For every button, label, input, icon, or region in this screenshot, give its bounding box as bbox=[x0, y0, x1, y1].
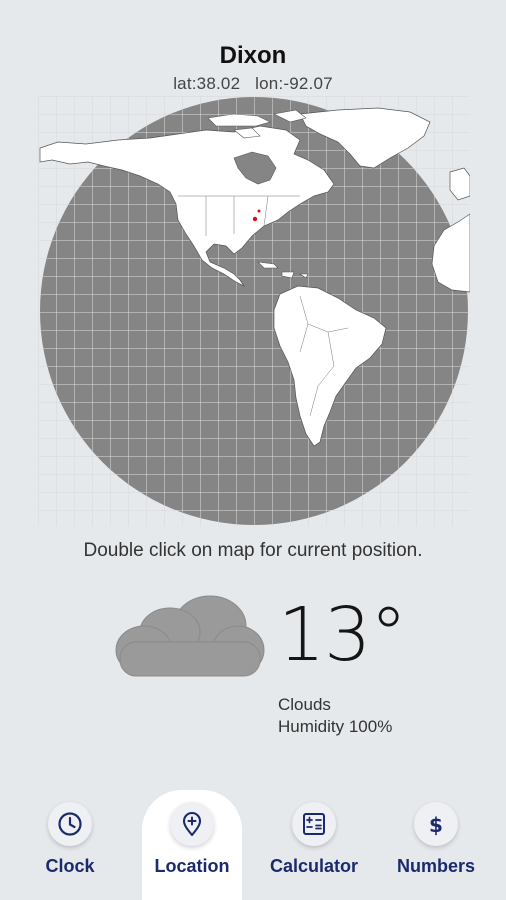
location-marker bbox=[252, 216, 258, 222]
latitude-label: lat:38.02 bbox=[173, 74, 241, 93]
map-hint: Double click on map for current position… bbox=[83, 540, 423, 561]
dollar-icon: $ bbox=[414, 802, 458, 846]
clock-icon bbox=[48, 802, 92, 846]
nav-numbers-label: Numbers bbox=[396, 856, 476, 876]
globe-map-svg[interactable] bbox=[38, 96, 470, 526]
world-map[interactable] bbox=[38, 96, 470, 526]
longitude-label: lon:-92.07 bbox=[255, 74, 333, 93]
nav-clock[interactable]: Clock bbox=[20, 790, 120, 900]
cloud-icon bbox=[108, 592, 268, 688]
app-screen: Dixon lat:38.02 lon:-92.07 Double click … bbox=[0, 0, 506, 900]
location-pin-icon bbox=[170, 802, 214, 846]
nav-location-label: Location bbox=[154, 856, 230, 876]
svg-text:$: $ bbox=[429, 813, 443, 837]
nav-calculator[interactable]: Calculator bbox=[264, 790, 364, 900]
nav-clock-label: Clock bbox=[45, 856, 95, 876]
nav-numbers[interactable]: $ Numbers bbox=[386, 790, 486, 900]
city-name: Dixon bbox=[219, 42, 287, 69]
calculator-icon bbox=[292, 802, 336, 846]
nav-calculator-label: Calculator bbox=[269, 856, 359, 876]
coordinates: lat:38.02 lon:-92.07 bbox=[0, 74, 506, 94]
weather-details: Clouds Humidity 100% bbox=[278, 694, 392, 738]
bottom-navigation: Clock Location Calculator $ Numbers bbox=[0, 790, 506, 900]
temperature: 13° bbox=[278, 592, 407, 678]
location-marker-trail bbox=[257, 209, 261, 213]
nav-location[interactable]: Location bbox=[142, 790, 242, 900]
weather-condition: Clouds bbox=[278, 695, 331, 714]
humidity: Humidity 100% bbox=[278, 717, 393, 736]
